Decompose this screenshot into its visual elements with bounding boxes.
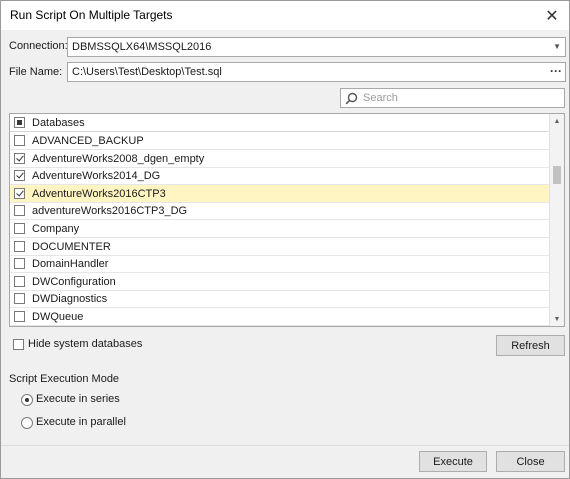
database-row[interactable]: AdventureWorks2014_DG [10,167,550,186]
database-checkbox[interactable] [14,135,25,146]
execute-parallel-radio[interactable] [21,417,33,429]
file-name-input[interactable]: C:\Users\Test\Desktop\Test.sql ··· [67,62,566,82]
database-list: Databases ADVANCED_BACKUP AdventureWorks2… [9,113,565,327]
database-name: Company [32,223,80,235]
run-script-dialog: Run Script On Multiple Targets ✕ Connect… [0,0,570,479]
database-row[interactable]: DomainHandler [10,255,550,274]
scroll-down-icon[interactable]: ▼ [550,312,564,326]
connection-label: Connection: [9,40,68,52]
database-name: adventureWorks2016CTP3_DG [32,205,188,218]
footer-divider [1,445,569,446]
database-row[interactable]: DOCUMENTER [10,238,550,256]
execute-button[interactable]: Execute [419,451,487,472]
database-checkbox[interactable] [14,205,25,217]
database-checkbox[interactable] [14,240,25,252]
execute-series-radio[interactable] [21,394,33,406]
database-checkbox[interactable] [14,223,25,234]
connection-combo[interactable]: DBMSSQLX64\MSSQL2016 ▼ [67,37,566,57]
database-checkbox[interactable] [14,293,25,305]
file-name-label: File Name: [9,66,63,78]
close-button[interactable]: Close [496,451,565,472]
database-name: ADVANCED_BACKUP [32,135,144,147]
database-checkbox[interactable] [14,311,25,322]
execution-mode-label: Script Execution Mode [9,373,120,385]
database-row[interactable]: adventureWorks2016CTP3_DG [10,202,550,221]
search-icon [345,92,358,105]
scroll-up-icon[interactable]: ▲ [550,114,564,128]
database-checkbox[interactable] [14,187,25,199]
browse-ellipsis-icon[interactable]: ··· [550,64,562,78]
database-row[interactable]: DWDiagnostics [10,290,550,309]
database-name: AdventureWorks2016CTP3 [32,187,166,200]
databases-column-header: Databases [32,117,85,129]
execute-series-label: Execute in series [36,393,120,405]
execute-parallel-label: Execute in parallel [36,416,126,428]
database-checkbox[interactable] [14,152,25,164]
list-header: Databases [10,114,550,132]
database-row[interactable]: DWQueue [10,308,550,326]
database-checkbox[interactable] [14,275,25,287]
scrollbar-thumb[interactable] [553,166,561,184]
database-row[interactable]: Company [10,220,550,238]
select-all-checkbox[interactable] [14,117,25,128]
chevron-down-icon[interactable]: ▼ [553,42,561,51]
window-title: Run Script On Multiple Targets [10,8,173,22]
search-box[interactable] [340,88,565,108]
title-bar: Run Script On Multiple Targets ✕ [1,1,569,30]
database-name: DWDiagnostics [32,293,108,306]
database-checkbox[interactable] [14,258,25,270]
database-row[interactable]: DWConfiguration [10,273,550,291]
database-name: AdventureWorks2008_dgen_empty [32,152,205,165]
hide-system-databases-label: Hide system databases [28,338,143,350]
database-name: DOCUMENTER [32,240,111,253]
list-scrollbar[interactable]: ▲ ▼ [549,114,564,326]
file-name-value: C:\Users\Test\Desktop\Test.sql [72,66,222,78]
search-input[interactable] [361,90,561,106]
refresh-button[interactable]: Refresh [496,335,565,356]
database-checkbox[interactable] [14,170,25,182]
database-name: DWQueue [32,311,84,323]
database-row[interactable]: AdventureWorks2008_dgen_empty [10,150,550,168]
database-row[interactable]: AdventureWorks2016CTP3 [10,184,550,203]
connection-value: DBMSSQLX64\MSSQL2016 [72,41,212,53]
database-row[interactable]: ADVANCED_BACKUP [10,132,550,150]
database-name: AdventureWorks2014_DG [32,170,161,183]
hide-system-databases-checkbox[interactable] [13,339,24,350]
database-name: DomainHandler [32,258,109,271]
database-name: DWConfiguration [32,275,116,288]
close-icon[interactable]: ✕ [535,1,569,30]
